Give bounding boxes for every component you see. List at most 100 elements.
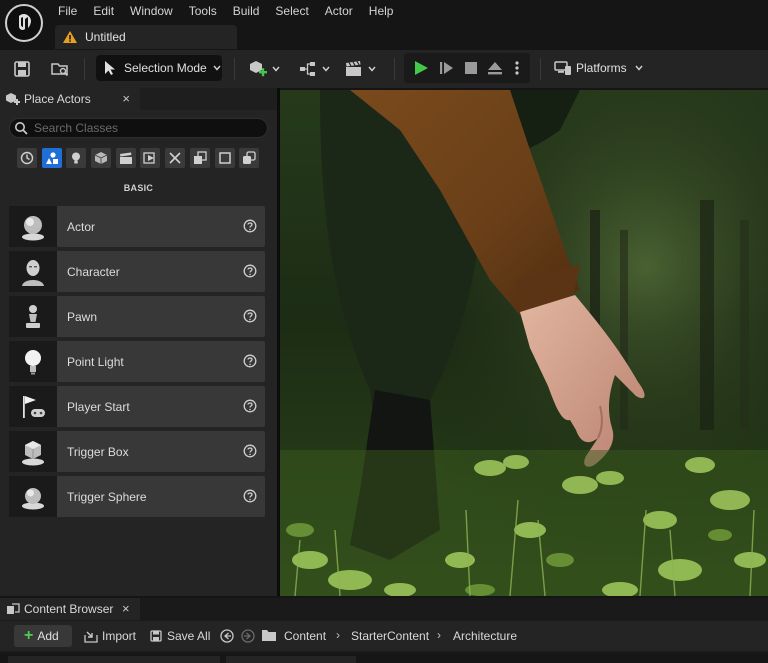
category-visual-effects[interactable]	[140, 148, 161, 168]
save-icon	[14, 61, 30, 77]
cinematics-button[interactable]	[344, 50, 376, 88]
category-volumes[interactable]	[189, 148, 210, 168]
import-button[interactable]: Import	[84, 625, 136, 647]
close-icon[interactable]: ×	[122, 601, 130, 616]
toolbar-separator	[234, 58, 235, 80]
import-label: Import	[102, 629, 137, 643]
actor-thumbnail	[9, 341, 57, 382]
blueprint-button[interactable]	[298, 50, 330, 88]
actor-item-character[interactable]: Character	[9, 251, 265, 292]
folder-search-icon	[51, 63, 69, 77]
menu-window[interactable]: Window	[122, 0, 181, 22]
document-tab-label: Untitled	[85, 30, 126, 44]
actor-item-trigger-box[interactable]: Trigger Box	[9, 431, 265, 472]
viewport-scene	[280, 90, 768, 596]
unreal-logo-icon[interactable]	[5, 4, 43, 42]
actor-thumbnail	[9, 206, 57, 247]
category-recent[interactable]	[17, 148, 37, 168]
eject-icon[interactable]	[486, 59, 504, 77]
menu-edit[interactable]: Edit	[85, 0, 122, 22]
category-shapes[interactable]	[91, 148, 112, 168]
content-browser-panel: Content Browser × + Add Import Save All	[0, 598, 768, 663]
more-options-icon[interactable]	[512, 59, 522, 77]
breadcrumb-starter-content[interactable]: StarterContent	[351, 629, 429, 643]
help-icon[interactable]	[243, 219, 257, 233]
add-actor-button[interactable]	[248, 50, 280, 88]
warning-icon	[63, 31, 77, 43]
stop-icon[interactable]	[462, 59, 480, 77]
stacked-squares-icon	[243, 151, 256, 164]
platforms-icon	[554, 61, 571, 75]
category-other[interactable]	[239, 148, 260, 168]
save-button[interactable]	[12, 50, 32, 88]
play-controls	[404, 53, 530, 83]
help-icon[interactable]	[243, 309, 257, 323]
chevron-down-icon	[635, 65, 643, 71]
actor-thumbnail	[9, 251, 57, 292]
chevron-down-icon	[272, 66, 280, 72]
menu-help[interactable]: Help	[361, 0, 402, 22]
document-tab[interactable]: Untitled	[55, 25, 237, 49]
place-actors-icon	[6, 93, 20, 105]
category-basic[interactable]	[41, 148, 62, 168]
content-browser-footer	[0, 653, 768, 663]
lightbulb-icon	[72, 152, 81, 164]
save-all-button[interactable]: Save All	[149, 625, 210, 647]
search-classes-input[interactable]	[34, 121, 254, 135]
menu-actor[interactable]: Actor	[317, 0, 361, 22]
search-box	[9, 118, 268, 138]
browse-button[interactable]	[50, 50, 70, 88]
step-forward-icon[interactable]	[438, 59, 456, 77]
actor-item-player-start[interactable]: Player Start	[9, 386, 265, 427]
back-arrow-icon[interactable]	[220, 629, 234, 643]
breadcrumb-architecture[interactable]: Architecture	[453, 629, 517, 643]
volumes-icon	[193, 151, 207, 164]
chevron-right-icon: ›	[336, 628, 340, 642]
category-cinematic[interactable]	[115, 148, 136, 168]
breadcrumb-content[interactable]: Content	[284, 629, 326, 643]
sources-panel-header	[8, 656, 220, 663]
actor-name: Point Light	[67, 354, 124, 369]
actor-name: Pawn	[67, 309, 98, 324]
place-actors-tab[interactable]: Place Actors ×	[0, 88, 140, 110]
actor-item-pawn[interactable]: Pawn	[9, 296, 265, 337]
sparkle-icon	[169, 152, 181, 164]
actor-name: Trigger Sphere	[67, 489, 147, 504]
menu-tools[interactable]: Tools	[181, 0, 225, 22]
help-icon[interactable]	[243, 354, 257, 368]
selection-mode-dropdown[interactable]: Selection Mode	[96, 55, 222, 81]
play-icon[interactable]	[412, 59, 430, 77]
menu-bar: File Edit Window Tools Build Select Acto…	[50, 0, 401, 22]
import-icon	[84, 631, 98, 643]
trigger-sphere-icon	[22, 487, 44, 509]
content-browser-tab[interactable]: Content Browser	[0, 598, 140, 620]
clapperboard-icon	[119, 152, 132, 164]
close-icon[interactable]: ×	[122, 91, 130, 106]
place-actors-tab-label: Place Actors	[24, 92, 91, 106]
pawn-icon	[26, 304, 40, 328]
search-icon	[15, 122, 28, 135]
help-icon[interactable]	[243, 444, 257, 458]
help-icon[interactable]	[243, 399, 257, 413]
menu-select[interactable]: Select	[267, 0, 316, 22]
actor-item-actor[interactable]: Actor	[9, 206, 265, 247]
toolbar-separator	[394, 58, 395, 80]
help-icon[interactable]	[243, 264, 257, 278]
platforms-dropdown[interactable]: Platforms	[544, 53, 650, 83]
menu-file[interactable]: File	[50, 0, 85, 22]
actor-thumbnail	[9, 296, 57, 337]
category-all-classes[interactable]	[214, 148, 235, 168]
platforms-label: Platforms	[576, 61, 627, 75]
actor-thumbnail	[9, 431, 57, 472]
level-viewport[interactable]	[280, 90, 768, 596]
actor-item-point-light[interactable]: Point Light	[9, 341, 265, 382]
help-icon[interactable]	[243, 489, 257, 503]
add-button[interactable]: + Add	[14, 625, 72, 647]
actor-item-trigger-sphere[interactable]: Trigger Sphere	[9, 476, 265, 517]
square-icon	[218, 152, 231, 164]
category-lights[interactable]	[66, 148, 87, 168]
category-heading: BASIC	[123, 183, 154, 193]
menu-build[interactable]: Build	[225, 0, 268, 22]
category-geometry[interactable]	[165, 148, 186, 168]
forward-arrow-icon[interactable]	[241, 629, 255, 643]
